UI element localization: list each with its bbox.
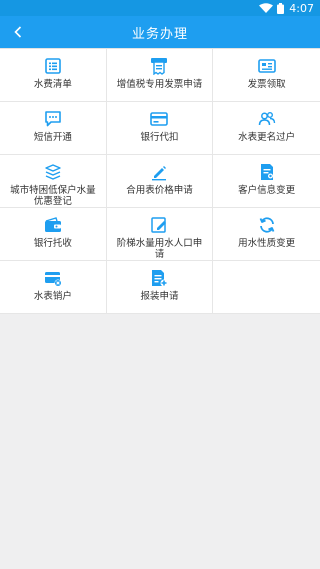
service-item-vat-invoice[interactable]: 增值税专用发票申请 — [106, 49, 214, 102]
service-label: 水表更名过户 — [238, 132, 296, 143]
app-bar: 业务办理 — [0, 16, 320, 48]
page-title: 业务办理 — [131, 26, 188, 42]
service-grid: 水费清单 增值税专用发票申请 发票领取 短信开通 银行代扣 水表更名过户 城市特… — [0, 48, 320, 314]
invoice-receipt-icon — [151, 58, 168, 75]
service-item-shared-meter-price[interactable]: 合用表价格申请 — [106, 155, 214, 208]
wifi-icon — [259, 3, 274, 13]
service-item-tiered-water-population[interactable]: 阶梯水量用水人口申请 — [106, 208, 214, 261]
bill-list-icon — [45, 58, 61, 74]
service-label: 银行托收 — [33, 238, 72, 249]
service-label: 增值税专用发票申请 — [116, 79, 203, 90]
service-label: 阶梯水量用水人口申请 — [116, 238, 203, 260]
apply-document-icon — [152, 270, 168, 287]
service-label: 报装申请 — [140, 291, 179, 302]
service-label: 水费清单 — [33, 79, 72, 90]
service-label: 合用表价格申请 — [126, 185, 193, 196]
service-item-invoice-pickup[interactable]: 发票领取 — [213, 49, 320, 102]
service-label: 短信开通 — [33, 132, 72, 143]
service-item-bill-list[interactable]: 水费清单 — [0, 49, 107, 102]
stack-coins-icon — [45, 164, 61, 180]
status-bar: 4:07 — [0, 0, 320, 16]
document-edit-icon — [260, 164, 273, 180]
back-button[interactable] — [8, 16, 28, 48]
invoice-card-icon — [257, 59, 276, 73]
battery-icon — [277, 2, 285, 14]
service-label: 客户信息变更 — [238, 185, 296, 196]
card-cancel-icon — [44, 272, 62, 287]
service-item-installation-application[interactable]: 报装申请 — [106, 261, 214, 314]
service-item-bank-debit[interactable]: 银行代扣 — [106, 102, 214, 155]
empty-grid-cell — [213, 261, 320, 314]
form-edit-icon — [151, 217, 167, 233]
chevron-left-icon — [14, 26, 22, 38]
users-transfer-icon — [258, 112, 275, 126]
wallet-icon — [44, 217, 61, 232]
service-item-sms[interactable]: 短信开通 — [0, 102, 107, 155]
service-item-low-income-registration[interactable]: 城市特困低保户水量优惠登记 — [0, 155, 107, 208]
status-time: 4:07 — [289, 1, 314, 15]
service-item-water-usage-type-change[interactable]: 用水性质变更 — [213, 208, 320, 261]
service-item-customer-info-change[interactable]: 客户信息变更 — [213, 155, 320, 208]
service-label: 水表销户 — [33, 291, 72, 302]
service-label: 发票领取 — [247, 79, 286, 90]
refresh-icon — [259, 217, 274, 233]
bank-card-icon — [150, 112, 169, 126]
sms-bubble-icon — [45, 111, 61, 127]
service-label: 银行代扣 — [140, 132, 179, 143]
service-label: 用水性质变更 — [238, 238, 296, 249]
service-item-meter-transfer[interactable]: 水表更名过户 — [213, 102, 320, 155]
pen-edit-icon — [152, 166, 167, 181]
service-item-bank-collection[interactable]: 银行托收 — [0, 208, 107, 261]
service-label: 城市特困低保户水量优惠登记 — [10, 185, 96, 207]
service-item-meter-cancellation[interactable]: 水表销户 — [0, 261, 107, 314]
